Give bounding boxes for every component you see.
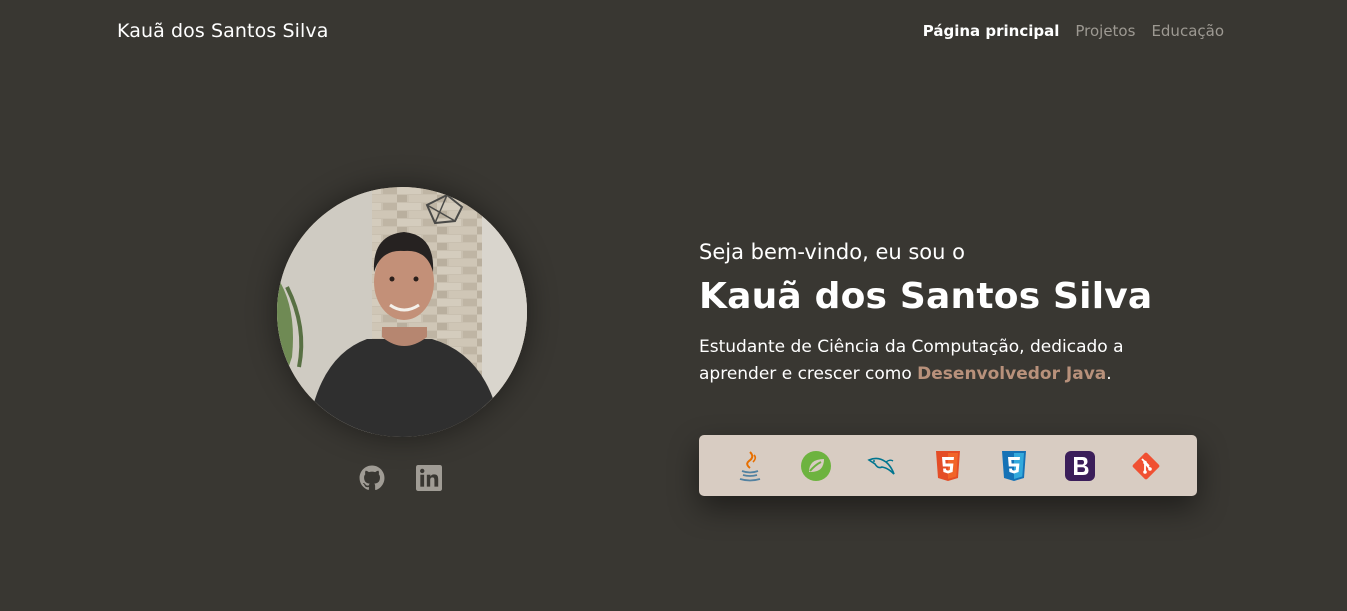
spring-icon (800, 450, 832, 482)
greeting-text: Seja bem-vindo, eu sou o (699, 240, 965, 264)
nav-item-education[interactable]: Educação (1151, 22, 1224, 40)
description-highlight: Desenvolvedor Java (917, 364, 1107, 384)
main-nav: Página principal Projetos Educação (923, 22, 1224, 40)
nav-item-home[interactable]: Página principal (923, 22, 1060, 40)
java-icon (734, 450, 766, 482)
html5-icon (932, 450, 964, 482)
git-icon (1130, 450, 1162, 482)
linkedin-icon[interactable] (416, 465, 442, 491)
brand-link[interactable]: Kauã dos Santos Silva (117, 20, 328, 42)
nav-item-projects[interactable]: Projetos (1075, 22, 1135, 40)
hero-description: Estudante de Ciência da Computação, dedi… (699, 334, 1199, 388)
github-icon[interactable] (359, 465, 385, 491)
hero-name: Kauã dos Santos Silva (699, 276, 1153, 317)
profile-photo (277, 187, 527, 437)
css3-icon (998, 450, 1030, 482)
description-end: . (1106, 364, 1112, 384)
social-links (359, 465, 442, 491)
mysql-icon (866, 450, 898, 482)
skills-bar (699, 435, 1197, 496)
bootstrap-icon (1064, 450, 1096, 482)
